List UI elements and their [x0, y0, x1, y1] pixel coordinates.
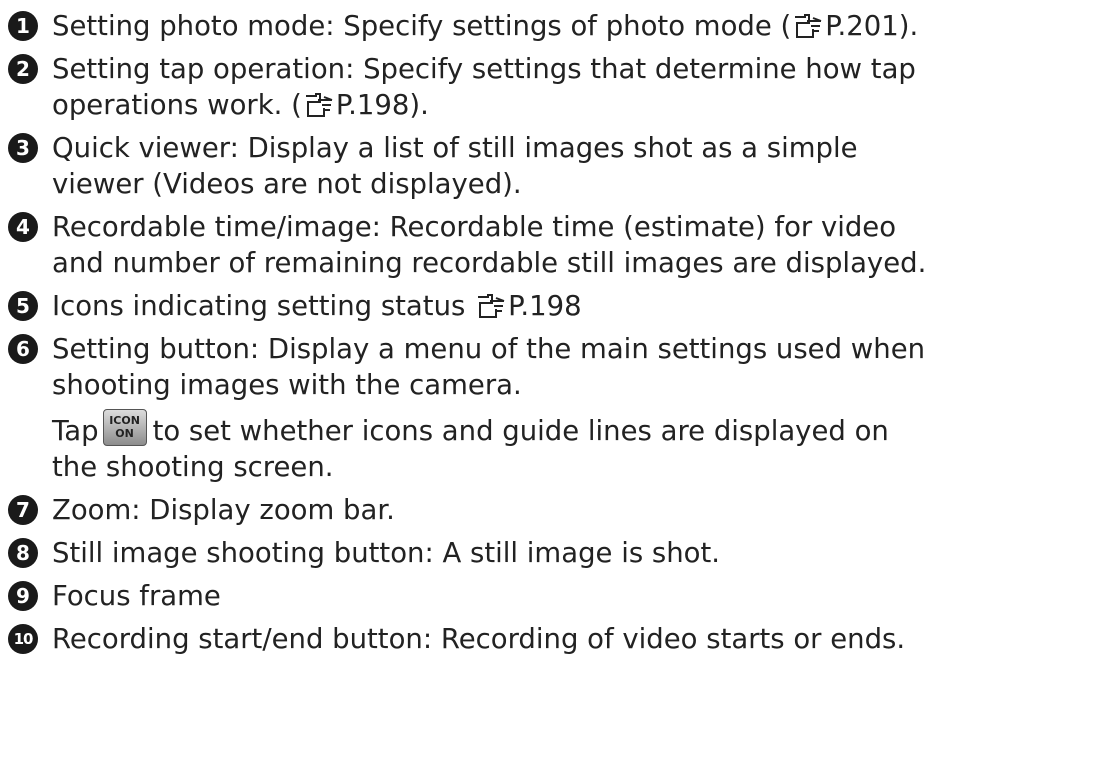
list-item: 3 Quick viewer: Display a list of still … [8, 130, 1093, 202]
reference-hand-icon [476, 293, 506, 319]
circled-number-icon: 5 [8, 291, 38, 321]
reference-hand-icon [304, 92, 334, 118]
circled-number-icon: 3 [8, 133, 38, 163]
list-item: 10 Recording start/end button: Recording… [8, 621, 1093, 657]
page-reference[interactable]: P.198 [336, 89, 410, 121]
list-item: 5 Icons indicating setting status P.198 [8, 288, 1093, 324]
subnote-prefix: Tap [52, 415, 99, 447]
circled-number-icon: 8 [8, 538, 38, 568]
item-text-suffix: ). [409, 89, 429, 121]
item-text: Icons indicating setting status [52, 290, 475, 322]
list-item: 7 Zoom: Display zoom bar. [8, 492, 1093, 528]
item-text-suffix: ). [898, 10, 919, 42]
item-text: Focus frame [52, 580, 221, 612]
item-text-line2: and number of remaining recordable still… [52, 247, 927, 279]
circled-number-icon: 10 [8, 624, 38, 654]
item-text-line2: shooting images with the camera. [52, 369, 522, 401]
circled-number-icon: 7 [8, 495, 38, 525]
subnote-text: to set whether icons and guide lines are… [152, 415, 889, 447]
manual-item-list: 1 Setting photo mode: Specify settings o… [8, 8, 1093, 664]
circled-number-icon: 9 [8, 581, 38, 611]
list-item: 1 Setting photo mode: Specify settings o… [8, 8, 1093, 44]
page-reference[interactable]: P.201 [825, 10, 899, 42]
reference-hand-icon [793, 13, 823, 39]
item-text-line2: viewer (Videos are not displayed). [52, 168, 522, 200]
list-item: 2 Setting tap operation: Specify setting… [8, 51, 1093, 123]
item-text-line1: Setting button: Display a menu of the ma… [52, 333, 926, 365]
item-subnote: Tap ICON ON to set whether icons and guide … [52, 409, 1093, 485]
list-item: 6 Setting button: Display a menu of the … [8, 331, 1093, 485]
item-text-line1: Setting tap operation: Specify settings … [52, 53, 916, 85]
list-item: 8 Still image shooting button: A still i… [8, 535, 1093, 571]
badge-line1: ICON [109, 414, 140, 427]
item-text-line1: Recordable time/image: Recordable time (… [52, 211, 897, 243]
item-text: Setting photo mode: Specify settings of … [52, 10, 792, 42]
page-reference[interactable]: P.198 [508, 290, 582, 322]
icon-on-badge-icon: ICON ON [102, 409, 147, 446]
item-text: Recording start/end button: Recording of… [52, 623, 906, 655]
item-text-line1: Quick viewer: Display a list of still im… [52, 132, 858, 164]
item-text-line2: operations work. ( [52, 89, 302, 121]
circled-number-icon: 2 [8, 54, 38, 84]
item-text: Zoom: Display zoom bar. [52, 494, 395, 526]
item-text: Still image shooting button: A still ima… [52, 537, 721, 569]
subnote-text-line2: the shooting screen. [52, 451, 334, 483]
circled-number-icon: 4 [8, 212, 38, 242]
list-item: 4 Recordable time/image: Recordable time… [8, 209, 1093, 281]
circled-number-icon: 6 [8, 334, 38, 364]
list-item: 9 Focus frame [8, 578, 1093, 614]
circled-number-icon: 1 [8, 11, 38, 41]
badge-line2: ON [115, 427, 134, 440]
